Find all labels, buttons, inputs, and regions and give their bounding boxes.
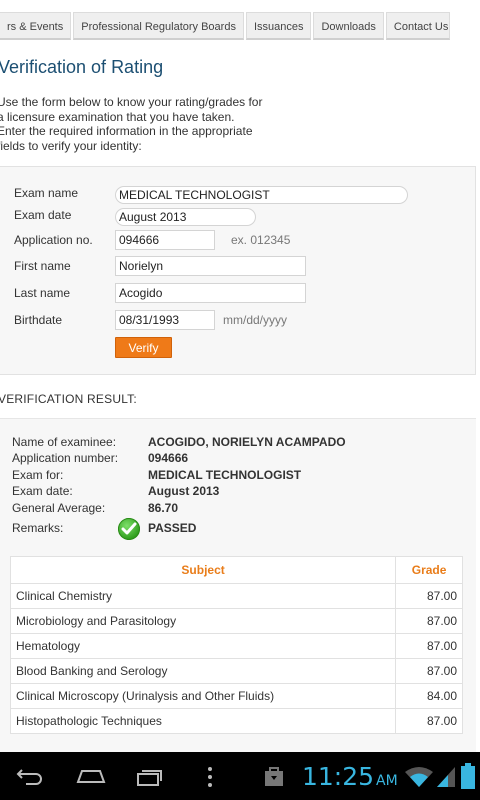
exam-date-select[interactable]: August 2013 [115, 208, 256, 226]
home-icon[interactable] [76, 768, 106, 784]
birthdate-hint: mm/dd/yyyy [223, 313, 288, 327]
remarks-label: Remarks: [12, 521, 64, 535]
table-row: Clinical Microscopy (Urinalysis and Othe… [9, 683, 463, 709]
recent-apps-icon[interactable] [136, 768, 164, 786]
exam-date-label: Exam date [14, 208, 72, 222]
verification-form: Exam name MEDICAL TECHNOLOGIST Exam date… [0, 166, 476, 375]
table-row: Hematology 87.00 [9, 633, 463, 659]
subject-cell: Histopathologic Techniques [9, 708, 396, 734]
page-title: Verification of Rating [0, 57, 164, 77]
grade-cell: 87.00 [395, 608, 463, 634]
grade-cell: 87.00 [395, 708, 463, 734]
exam-name-label: Exam name [14, 186, 79, 200]
tab-news-events[interactable]: rs & Events [0, 12, 72, 40]
birthdate-label: Birthdate [14, 313, 63, 327]
general-average-value: 86.70 [148, 501, 179, 515]
last-name-label: Last name [14, 286, 71, 300]
check-circle-icon [118, 518, 140, 540]
exam-name-select[interactable]: MEDICAL TECHNOLOGIST [115, 186, 408, 204]
subject-cell: Clinical Microscopy (Urinalysis and Othe… [9, 683, 396, 709]
intro-line: Use the form below to know your rating/g… [0, 95, 263, 109]
intro-line: fields to verify your identity: [0, 138, 142, 153]
table-row: Microbiology and Parasitology 87.00 [9, 608, 463, 634]
tab-contact-us[interactable]: Contact Us [385, 12, 450, 40]
wifi-icon [405, 767, 433, 787]
verification-result-heading: VERIFICATION RESULT: [0, 392, 137, 406]
general-average-label: General Average: [12, 501, 106, 515]
grades-table: Subject Grade Clinical Chemistry 87.00 M… [9, 556, 463, 734]
examinee-name-value: ACOGIDO, NORIELYN ACAMPADO [148, 435, 346, 449]
subject-column-header: Subject [9, 556, 397, 584]
application-number-value: 094666 [148, 451, 189, 465]
subject-cell: Blood Banking and Serology [9, 658, 396, 684]
table-row: Blood Banking and Serology 87.00 [9, 658, 463, 684]
grade-cell: 87.00 [395, 658, 463, 684]
remarks-value: PASSED [148, 521, 197, 535]
table-header-row: Subject Grade [9, 556, 463, 584]
system-bar [0, 752, 480, 800]
table-row: Clinical Chemistry 87.00 [9, 583, 463, 609]
clock-ampm: AM [376, 773, 398, 789]
grade-cell: 87.00 [395, 633, 463, 659]
intro-text: Use the form below to know your rating/g… [0, 95, 287, 153]
tab-issuances[interactable]: Issuances [245, 12, 312, 40]
application-no-input[interactable]: 094666 [115, 230, 215, 250]
examinee-name-label: Name of examinee: [12, 435, 117, 449]
birthdate-input[interactable]: 08/31/1993 [115, 310, 215, 330]
top-nav: rs & Events Professional Regulatory Boar… [0, 12, 452, 41]
verify-button[interactable]: Verify [115, 337, 172, 358]
shopping-bag-icon [265, 767, 283, 786]
first-name-label: First name [14, 259, 71, 273]
subject-cell: Hematology [9, 633, 396, 659]
grade-cell: 87.00 [395, 583, 463, 609]
intro-line: a licensure examination that you have ta… [0, 109, 235, 124]
exam-for-label: Exam for: [12, 468, 64, 482]
clock: 11:25 AM [302, 762, 398, 791]
menu-icon[interactable] [206, 766, 214, 788]
subject-cell: Clinical Chemistry [9, 583, 396, 609]
signal-icon [437, 767, 455, 787]
subject-cell: Microbiology and Parasitology [9, 608, 396, 634]
clock-time: 11:25 [302, 762, 375, 791]
tab-downloads[interactable]: Downloads [313, 12, 384, 40]
back-icon[interactable] [16, 766, 44, 786]
grade-cell: 84.00 [395, 683, 463, 709]
table-row: Histopathologic Techniques 87.00 [9, 708, 463, 734]
last-name-input[interactable]: Acogido [115, 283, 306, 303]
application-number-label: Application number: [12, 451, 119, 465]
result-exam-date-value: August 2013 [148, 484, 220, 498]
grade-column-header: Grade [395, 556, 463, 584]
exam-for-value: MEDICAL TECHNOLOGIST [148, 468, 302, 482]
application-no-hint: ex. 012345 [231, 233, 291, 247]
intro-line: Enter the required information in the ap… [0, 124, 253, 139]
tab-professional-regulatory-boards[interactable]: Professional Regulatory Boards [73, 12, 244, 40]
result-exam-date-label: Exam date: [12, 484, 73, 498]
application-no-label: Application no. [14, 233, 93, 247]
battery-icon [461, 763, 475, 789]
first-name-input[interactable]: Norielyn [115, 256, 306, 276]
